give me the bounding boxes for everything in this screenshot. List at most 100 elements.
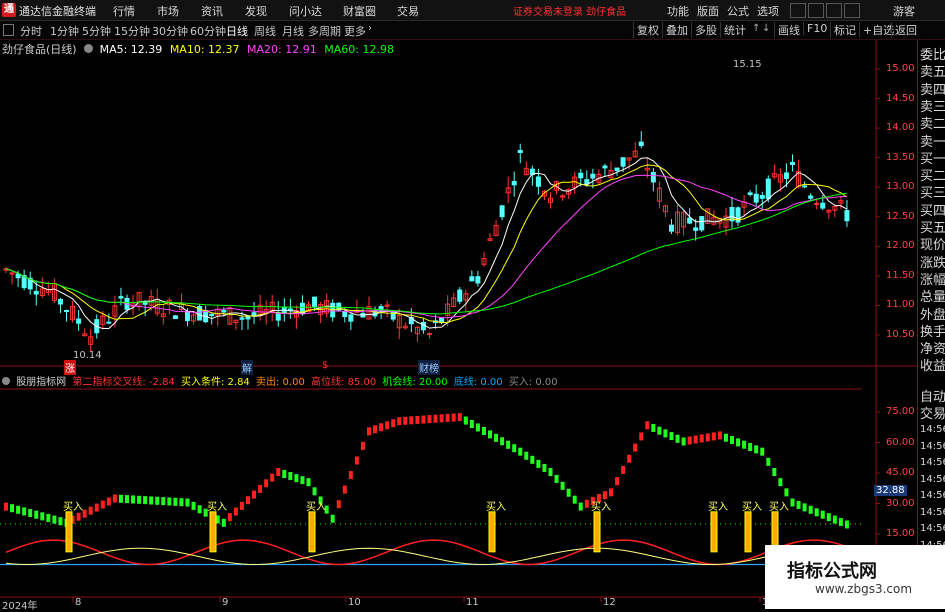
panel-label: 委比 <box>920 48 945 63</box>
price-tick-label: 12.50 <box>886 210 915 222</box>
candle-body <box>765 178 771 200</box>
tool-add-watch[interactable]: +自选 <box>859 22 894 38</box>
indicator-bar <box>112 494 117 503</box>
sidebar-toggle-icon[interactable] <box>3 24 14 36</box>
trade-time: 14:56 <box>920 523 945 534</box>
marker-dollar[interactable]: $ <box>321 360 329 371</box>
app-logo-icon: 通 <box>2 3 16 17</box>
menu-formula[interactable]: 公式 <box>727 3 749 19</box>
candle-body <box>76 318 82 324</box>
login-warning[interactable]: 证券交易未登录 劲仔食品 <box>513 3 626 18</box>
tab-daily[interactable]: 日线 <box>226 23 248 39</box>
menu-function[interactable]: 功能 <box>667 3 689 19</box>
trade-time: 14:56 <box>920 506 945 518</box>
candle-body <box>602 165 608 169</box>
tab-5min[interactable]: 5分钟 <box>82 23 111 39</box>
menu-item-ask[interactable]: 问小达 <box>289 3 322 19</box>
chevron-right-icon[interactable]: › <box>368 23 372 34</box>
tool-multi-stock[interactable]: 多股 <box>691 22 717 38</box>
menu-options[interactable]: 选项 <box>757 3 779 19</box>
tab-30min[interactable]: 30分钟 <box>152 23 188 39</box>
buy-signal-bar <box>65 511 73 553</box>
window-max-icon[interactable] <box>826 3 842 18</box>
candle-body <box>245 316 251 320</box>
candle-body <box>747 192 753 195</box>
indicator-settings-icon[interactable] <box>2 377 10 385</box>
indicator-bar <box>82 509 87 518</box>
indicator-tick-label: 75.00 <box>886 406 915 417</box>
indicator-bar <box>276 468 281 476</box>
tab-more[interactable]: 更多 <box>344 23 366 39</box>
buy-signal-bar <box>209 511 217 553</box>
tool-adjust[interactable]: 复权 <box>633 22 659 38</box>
candle-body <box>172 315 178 320</box>
window-min-icon[interactable] <box>808 3 824 18</box>
guest-user[interactable]: 游客 <box>893 3 915 19</box>
indicator-bar <box>94 503 99 512</box>
month-label: 10 <box>348 597 361 608</box>
ma60-line <box>5 192 848 315</box>
ind-buy-condition: 买入条件: 2.84 <box>180 377 250 388</box>
arrow-up-icon[interactable]: ↑ <box>752 23 760 34</box>
tab-monthly[interactable]: 月线 <box>282 23 304 39</box>
tool-overlay[interactable]: 叠加 <box>662 22 688 38</box>
tab-multi-period[interactable]: 多周期 <box>308 23 341 39</box>
panel-label: 买五 <box>920 221 945 236</box>
trade-time: 14:56 <box>920 473 945 485</box>
panel-label: 买一 <box>920 151 945 167</box>
price-tick-label: 11.50 <box>886 269 915 281</box>
indicator-bar <box>663 429 668 438</box>
period-toolbar: 分时 1分钟 5分钟 15分钟 30分钟 60分钟 日线 周线 月线 多周期 更… <box>0 21 945 40</box>
candle-body <box>759 194 765 199</box>
menu-item-wealth[interactable]: 财富圈 <box>343 3 376 19</box>
tool-statistics[interactable]: 统计 <box>720 22 746 38</box>
tab-15min[interactable]: 15分钟 <box>114 23 150 39</box>
indicator-bar <box>572 495 577 504</box>
candle-body <box>499 205 505 218</box>
menu-item-trade[interactable]: 交易 <box>397 3 419 19</box>
indicator-bar <box>282 470 287 479</box>
tab-1min[interactable]: 1分钟 <box>50 23 79 39</box>
price-tick-label: 13.00 <box>886 181 915 193</box>
indicator-bar <box>584 499 589 508</box>
indicator-bar <box>669 432 674 441</box>
candle-body <box>590 173 596 179</box>
panel-label: 卖四 <box>920 82 945 98</box>
stock-name[interactable]: 劲仔食品(日线) <box>2 43 77 56</box>
indicator-name[interactable]: 股朋指标网 <box>16 377 66 388</box>
menu-item-market[interactable]: 市场 <box>157 3 179 19</box>
tab-timeshare[interactable]: 分时 <box>20 23 42 39</box>
indicator-bar <box>475 423 480 432</box>
indicator-bar <box>730 436 734 445</box>
menu-item-discover[interactable]: 发现 <box>245 3 267 19</box>
panel-label: 卖一 <box>920 134 945 150</box>
indicator-bar <box>306 478 311 487</box>
panel-label: 收益 <box>920 359 945 375</box>
tab-weekly[interactable]: 周线 <box>254 23 276 39</box>
candle-body <box>57 299 63 305</box>
kline-chart[interactable]: 买入 买入 买入 买入 买入 买入 买入 买入 <box>0 40 917 609</box>
window-restore-icon[interactable] <box>790 3 806 18</box>
trade-time: 14:56 <box>920 457 945 468</box>
indicator-bar <box>4 502 8 511</box>
indicator-bar <box>125 495 129 504</box>
menu-item-news[interactable]: 资讯 <box>201 3 223 19</box>
tab-60min[interactable]: 60分钟 <box>190 23 226 39</box>
panel-label: 外盘 <box>920 307 945 323</box>
tool-f10[interactable]: F10 <box>803 22 827 35</box>
indicator-bar <box>10 504 15 513</box>
indicator-bar <box>342 485 347 494</box>
settings-gear-icon[interactable] <box>84 44 94 53</box>
indicator-bar <box>711 432 716 441</box>
tool-mark[interactable]: 标记 <box>830 22 856 38</box>
menu-item-market-quotes[interactable]: 行情 <box>113 3 135 19</box>
arrow-down-icon[interactable]: ↓ <box>762 23 770 34</box>
menu-layout[interactable]: 版面 <box>697 3 719 19</box>
tool-back[interactable]: 返回 <box>891 22 917 38</box>
indicator-bar <box>645 421 650 430</box>
ma10-value: MA10: 12.37 <box>169 43 240 56</box>
indicator-bar <box>488 430 492 439</box>
window-close-icon[interactable] <box>844 3 860 18</box>
tool-draw[interactable]: 画线 <box>774 22 800 38</box>
indicator-bar <box>754 445 759 454</box>
